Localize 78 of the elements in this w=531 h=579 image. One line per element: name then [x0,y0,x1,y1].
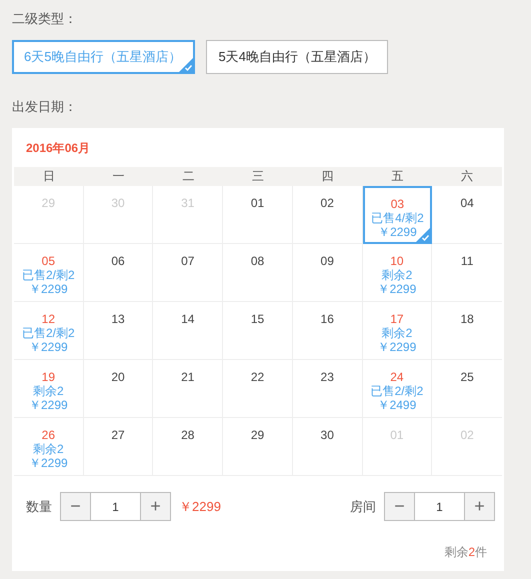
day-cell[interactable]: 12 已售2/剩2 ￥2299 [14,302,84,360]
stock-text: 剩余2 [33,384,64,398]
stock-text: 已售4/剩2 [371,211,424,225]
price-text: ￥2299 [378,340,416,354]
weekday-label: 五 [390,168,404,185]
day-number: 24 [390,370,404,384]
price-text: ￥2299 [29,398,68,412]
quantity-field[interactable]: 1 [414,492,465,521]
price-text: ￥2299 [378,225,417,239]
day-number: 19 [42,370,56,384]
day-number: 02 [320,196,334,210]
section-label: 出发日期： [12,98,78,116]
stock-text: 剩余2 [33,442,64,456]
field-label: 数量 [26,498,52,516]
day-number: 13 [111,312,125,326]
option-button[interactable]: 5天4晚自由行（五星酒店） [206,40,388,74]
plus-button[interactable]: + [465,492,495,521]
day-number: 08 [250,254,264,268]
price-text: ￥2299 [29,282,68,296]
day-number: 04 [460,196,474,210]
day-number: 21 [181,370,194,384]
stock-text: 已售2/剩2 [370,384,424,398]
option-button[interactable]: 6天5晚自由行（五星酒店） [12,40,196,74]
stock-text: 已售2/剩2 [22,326,75,340]
plus-button[interactable]: + [141,492,171,521]
day-cell[interactable]: 24 已售2/剩2 ￥2499 [362,360,432,418]
day-number: 27 [111,428,125,442]
day-number: 03 [390,197,404,211]
stock-text: 剩余2 [382,268,412,282]
day-number: 05 [42,254,56,268]
day-number: 16 [320,312,334,326]
price-text: ￥2499 [378,398,416,412]
day-number: 11 [460,254,474,268]
day-cell[interactable]: 19 剩余2 ￥2299 [14,360,84,418]
price-total: ￥2299 [179,498,221,516]
day-number: 12 [42,312,56,326]
day-number: 25 [460,370,474,384]
weekday-label: 二 [181,168,196,185]
day-cell[interactable]: 17 剩余2 ￥2299 [362,302,432,360]
day-number: 18 [460,312,474,326]
weekday-label: 三 [250,168,265,185]
section-label: 二级类型： [12,10,78,28]
month-title: 2016年06月 [25,140,92,157]
checkmark-icon [179,58,194,72]
price-text: ￥2299 [378,282,416,296]
field-label: 房间 [350,498,376,516]
day-cell[interactable]: 05 已售2/剩2 ￥2299 [14,244,84,302]
day-number: 15 [250,312,264,326]
stock-text: 已售2/剩2 [22,268,75,282]
day-number: 06 [111,254,125,268]
quantity-field[interactable]: 1 [90,492,141,521]
weekday-label: 一 [112,168,126,185]
day-number: 09 [320,254,334,268]
weekday-label: 四 [320,168,335,185]
day-number: 26 [42,428,56,442]
day-number: 23 [320,370,334,384]
day-number: 28 [181,428,194,442]
checkmark-icon [416,228,430,242]
stock-text: 剩余2 [382,326,412,340]
day-cell[interactable]: 26 剩余2 ￥2299 [14,418,84,476]
day-number: 07 [181,254,194,268]
day-cell[interactable]: 03 已售4/剩2 ￥2299 [362,186,432,244]
day-number: 29 [250,428,264,442]
price-text: ￥2299 [29,456,68,470]
day-number: 17 [390,312,404,326]
day-number: 10 [390,254,404,268]
day-number: 22 [250,370,264,384]
day-number: 20 [111,370,125,384]
minus-button[interactable]: − [384,492,414,521]
day-cell[interactable]: 10 剩余2 ￥2299 [362,244,432,302]
day-number: 14 [181,312,194,326]
stock-note: 剩余2件 [444,544,487,561]
weekday-label: 日 [42,168,56,185]
day-number: 01 [250,196,264,210]
minus-button[interactable]: − [60,492,90,521]
day-number: 30 [320,428,334,442]
price-text: ￥2299 [29,340,68,354]
weekday-label: 六 [460,168,474,185]
